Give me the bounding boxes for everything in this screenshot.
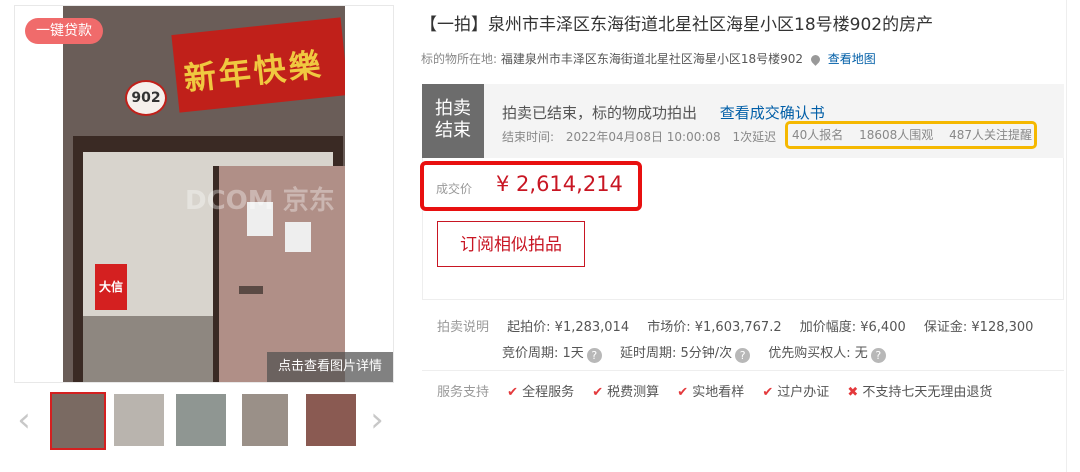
item-location: 标的物所在地: 福建泉州市丰泽区东海街道北星社区海星小区18号楼902 查看地图 <box>421 50 876 67</box>
auction-info-row-2: 竞价周期: 1天? 延时周期: 5分钟/次? 优先购买权人: 无? <box>502 342 886 363</box>
thumbnail[interactable] <box>242 394 288 446</box>
item-title: 【一拍】泉州市丰泽区东海街道北星社区海星小区18号楼902的房产 <box>420 15 934 35</box>
check-icon: ✔ <box>592 385 604 400</box>
loan-badge[interactable]: 一键贷款 <box>25 18 103 44</box>
help-icon[interactable]: ? <box>586 348 602 363</box>
service-item: ✔ 税费测算 <box>592 385 660 400</box>
cross-icon: ✖ <box>847 385 859 400</box>
delay-count: 1次延迟 <box>732 130 777 144</box>
location-value: 福建泉州市丰泽区东海街道北星社区海星小区18号楼902 <box>500 52 804 66</box>
thumbnail[interactable] <box>306 394 356 446</box>
door-notice <box>285 222 311 252</box>
check-icon: ✔ <box>762 385 774 400</box>
service-not-supported: ✖ 不支持七天无理由退货 <box>847 385 993 400</box>
service-support-label: 服务支持 <box>437 385 490 400</box>
help-icon[interactable]: ? <box>735 348 751 363</box>
service-item: ✔ 过户办证 <box>762 385 830 400</box>
service-support-row: 服务支持 ✔ 全程服务 ✔ 税费测算 ✔ 实地看样 ✔ 过户办证 ✖ 不支持七天无理由退货 <box>437 381 992 400</box>
status-text: 拍卖已结束，标的物成功拍出 <box>502 104 698 122</box>
service-item: ✔ 实地看样 <box>677 385 745 400</box>
thumbnail-strip: ‹ › <box>14 390 392 454</box>
auction-info-label: 拍卖说明 <box>437 320 490 335</box>
thumbnail[interactable] <box>50 392 106 450</box>
chevron-left-icon[interactable]: ‹ <box>14 403 34 437</box>
view-count: 18608人围观 <box>859 128 934 142</box>
status-details: 结束时间: 2022年04月08日 10:00:08 1次延迟 <box>502 128 776 145</box>
divider <box>422 370 1064 371</box>
service-item: ✔ 全程服务 <box>507 385 575 400</box>
deposit: 保证金: ¥128,300 <box>923 320 1034 335</box>
subscribe-similar-button[interactable]: 订阅相似拍品 <box>437 221 585 267</box>
view-map-link[interactable]: 查看地图 <box>828 52 876 66</box>
status-tag-line: 结束 <box>435 120 471 141</box>
image-gallery: 新年快樂 902 大信 DCOM 京东 一键贷款 点击查看图片详情 <box>14 5 394 383</box>
photo-banner: 新年快樂 <box>171 17 345 113</box>
auction-info-row-1: 拍卖说明 起拍价: ¥1,283,014 市场价: ¥1,603,767.2 加… <box>437 316 1033 335</box>
end-time: 2022年04月08日 10:00:08 <box>565 130 721 144</box>
status-message: 拍卖已结束，标的物成功拍出 查看成交确认书 <box>502 102 825 123</box>
final-price-label: 成交价 <box>436 182 473 196</box>
floor <box>83 316 213 382</box>
follower-count: 487人关注提醒 <box>949 128 1033 142</box>
end-time-label: 结束时间: <box>502 130 555 144</box>
signup-count: 40人报名 <box>792 128 844 142</box>
chevron-right-icon[interactable]: › <box>367 403 387 437</box>
bid-period: 竞价周期: 1天 <box>502 346 584 361</box>
right-sidebar-edge <box>1066 0 1080 472</box>
view-confirmation-link[interactable]: 查看成交确认书 <box>720 104 825 122</box>
start-price: 起拍价: ¥1,283,014 <box>507 320 630 335</box>
map-pin-icon <box>809 53 822 66</box>
banner-text: 新年快樂 <box>182 45 326 98</box>
check-icon: ✔ <box>507 385 519 400</box>
bid-increment: 加价幅度: ¥6,400 <box>799 320 906 335</box>
auction-ended-tag: 拍卖 结束 <box>422 84 484 158</box>
help-icon[interactable]: ? <box>870 348 886 363</box>
final-price-value: ¥ 2,614,214 <box>496 172 623 196</box>
watermark: DCOM 京东 <box>185 186 335 216</box>
thumbnail[interactable] <box>176 394 226 446</box>
main-photo[interactable]: 新年快樂 902 大信 DCOM 京东 <box>63 6 345 382</box>
thumbnail[interactable] <box>114 394 164 446</box>
red-sign: 大信 <box>95 264 127 310</box>
status-tag-line: 拍卖 <box>435 98 471 119</box>
market-price: 市场价: ¥1,603,767.2 <box>647 320 782 335</box>
location-label: 标的物所在地: <box>421 52 498 66</box>
participation-stats: 40人报名 18608人围观 487人关注提醒 <box>785 121 1037 149</box>
priority-buyer: 优先购买权人: 无 <box>768 346 868 361</box>
check-icon: ✔ <box>677 385 689 400</box>
delay-period: 延时周期: 5分钟/次 <box>619 346 733 361</box>
unit-number-plate: 902 <box>125 80 167 116</box>
door-handle <box>239 286 263 294</box>
view-photo-details-button[interactable]: 点击查看图片详情 <box>267 352 393 382</box>
